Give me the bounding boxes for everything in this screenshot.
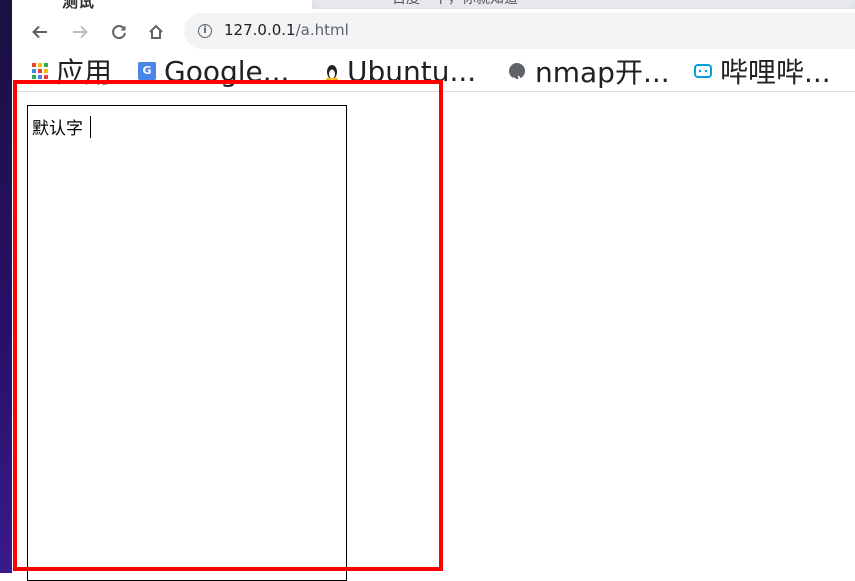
bookmark-ubuntu[interactable]: Ubuntu... — [325, 54, 476, 88]
google-translate-icon: G — [138, 62, 156, 80]
bookmark-label: 哔哩哔... — [720, 56, 831, 89]
url-path: /a.html — [295, 21, 349, 39]
bookmark-label: 应用 — [56, 56, 113, 89]
info-icon[interactable]: i — [198, 24, 212, 38]
url-host: 127.0.0.1 — [224, 21, 296, 39]
url-text[interactable]: 127.0.0.1/a.html — [224, 21, 349, 39]
desktop-edge — [0, 0, 12, 573]
home-button[interactable] — [143, 19, 169, 45]
bilibili-icon — [694, 64, 712, 78]
reload-icon — [112, 25, 126, 40]
address-bar[interactable]: i 127.0.0.1/a.html — [184, 13, 855, 49]
back-button[interactable] — [27, 19, 53, 45]
forward-button[interactable] — [67, 19, 93, 45]
globe-icon — [509, 63, 525, 87]
bookmark-bilibili[interactable]: 哔哩哔... — [694, 54, 831, 89]
arrow-left-icon — [32, 25, 47, 39]
arrow-right-icon — [73, 25, 88, 39]
home-icon — [149, 24, 163, 39]
bookmarks-bar: 应用 G Google... Ubuntu... nmap开... 哔哩哔... — [12, 54, 855, 92]
apps-grid-icon — [32, 63, 48, 79]
text-caret — [90, 116, 91, 138]
bookmark-google[interactable]: G Google... — [138, 54, 289, 88]
reload-button[interactable] — [106, 19, 132, 45]
tab-inactive-title: 百度一下，你就知道 — [392, 0, 518, 8]
tab-active-title: 测试 — [62, 0, 94, 9]
bookmark-label: Ubuntu... — [347, 54, 477, 88]
tab-active[interactable] — [12, 0, 312, 9]
bookmark-label: nmap开... — [535, 56, 670, 89]
bookmark-label: Google... — [164, 54, 290, 88]
page-content — [12, 92, 855, 581]
bookmark-nmap[interactable]: nmap开... — [509, 54, 670, 89]
text-area[interactable] — [27, 105, 347, 581]
browser-toolbar: i 127.0.0.1/a.html — [12, 9, 855, 54]
bookmark-apps[interactable]: 应用 — [32, 54, 113, 89]
tab-strip: 测试 百度一下，你就知道 — [12, 0, 855, 9]
tux-icon — [326, 65, 338, 80]
